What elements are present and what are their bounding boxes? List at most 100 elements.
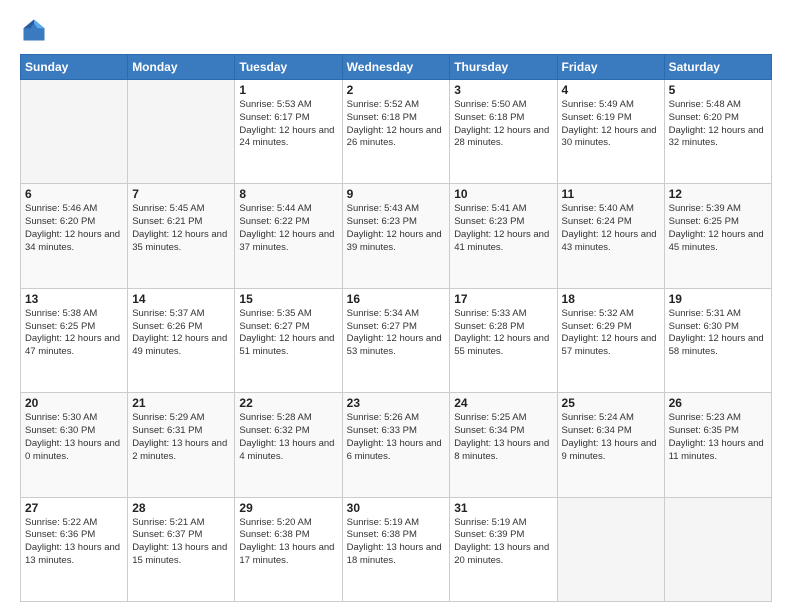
week-row-1: 1Sunrise: 5:53 AM Sunset: 6:17 PM Daylig… [21,80,772,184]
day-cell: 22Sunrise: 5:28 AM Sunset: 6:32 PM Dayli… [235,393,342,497]
day-number: 3 [454,83,552,97]
day-number: 14 [132,292,230,306]
day-cell [21,80,128,184]
day-cell: 5Sunrise: 5:48 AM Sunset: 6:20 PM Daylig… [664,80,771,184]
day-info: Sunrise: 5:40 AM Sunset: 6:24 PM Dayligh… [562,203,660,254]
day-cell: 1Sunrise: 5:53 AM Sunset: 6:17 PM Daylig… [235,80,342,184]
day-cell: 29 Sunrise: 5:20 AM Sunset: 6:38 PM Dayli… [235,497,342,601]
day-cell: 10Sunrise: 5:41 AM Sunset: 6:23 PM Dayli… [450,184,557,288]
day-number: 21 [132,396,230,410]
logo-icon [20,16,48,44]
day-info: Sunrise: 5:19 AM Sunset: 6:38 PM Dayligh… [347,517,446,568]
header [20,16,772,44]
day-info: Sunrise: 5:43 AM Sunset: 6:23 PM Dayligh… [347,203,446,254]
day-cell: 26Sunrise: 5:23 AM Sunset: 6:35 PM Dayli… [664,393,771,497]
day-cell: 12 Sunrise: 5:39 AM Sunset: 6:25 PM Dayli… [664,184,771,288]
day-info: Sunrise: 5:25 AM Sunset: 6:34 PM Dayligh… [454,412,552,463]
day-info: Sunrise: 5:24 AM Sunset: 6:34 PM Dayligh… [562,412,660,463]
day-number: 12 [669,187,767,201]
day-info: Sunrise: 5:39 AM Sunset: 6:25 PM Dayligh… [669,203,767,254]
day-info: Sunrise: 5:20 AM Sunset: 6:38 PM Dayligh… [239,517,337,568]
day-info: Sunrise: 5:31 AM Sunset: 6:30 PM Dayligh… [669,308,767,359]
logo [20,16,52,44]
weekday-header-friday: Friday [557,55,664,80]
day-number: 2 [347,83,446,97]
day-info: Sunrise: 5:38 AM Sunset: 6:25 PM Dayligh… [25,308,123,359]
day-number: 28 [132,501,230,515]
day-info: Sunrise: 5:50 AM Sunset: 6:18 PM Dayligh… [454,99,552,150]
weekday-header-thursday: Thursday [450,55,557,80]
day-info: Sunrise: 5:30 AM Sunset: 6:30 PM Dayligh… [25,412,123,463]
day-number: 11 [562,187,660,201]
day-cell: 25Sunrise: 5:24 AM Sunset: 6:34 PM Dayli… [557,393,664,497]
day-cell: 30 Sunrise: 5:19 AM Sunset: 6:38 PM Dayli… [342,497,450,601]
day-cell: 20 Sunrise: 5:30 AM Sunset: 6:30 PM Dayli… [21,393,128,497]
day-number: 26 [669,396,767,410]
day-number: 17 [454,292,552,306]
day-cell: 27 Sunrise: 5:22 AM Sunset: 6:36 PM Dayli… [21,497,128,601]
day-info: Sunrise: 5:22 AM Sunset: 6:36 PM Dayligh… [25,517,123,568]
day-number: 7 [132,187,230,201]
day-number: 18 [562,292,660,306]
day-cell [557,497,664,601]
day-cell [664,497,771,601]
day-number: 5 [669,83,767,97]
weekday-header-monday: Monday [128,55,235,80]
calendar: SundayMondayTuesdayWednesdayThursdayFrid… [20,54,772,602]
week-row-2: 6 Sunrise: 5:46 AM Sunset: 6:20 PM Daylig… [21,184,772,288]
day-number: 9 [347,187,446,201]
day-number: 27 [25,501,123,515]
day-info: Sunrise: 5:46 AM Sunset: 6:20 PM Dayligh… [25,203,123,254]
day-number: 6 [25,187,123,201]
weekday-header-sunday: Sunday [21,55,128,80]
day-cell: 24 Sunrise: 5:25 AM Sunset: 6:34 PM Dayli… [450,393,557,497]
day-number: 10 [454,187,552,201]
day-cell: 21 Sunrise: 5:29 AM Sunset: 6:31 PM Dayli… [128,393,235,497]
week-row-4: 20 Sunrise: 5:30 AM Sunset: 6:30 PM Dayli… [21,393,772,497]
weekday-header-row: SundayMondayTuesdayWednesdayThursdayFrid… [21,55,772,80]
day-cell: 2 Sunrise: 5:52 AM Sunset: 6:18 PM Daylig… [342,80,450,184]
day-info: Sunrise: 5:34 AM Sunset: 6:27 PM Dayligh… [347,308,446,359]
day-info: Sunrise: 5:19 AM Sunset: 6:39 PM Dayligh… [454,517,552,568]
day-cell: 28 Sunrise: 5:21 AM Sunset: 6:37 PM Dayli… [128,497,235,601]
day-info: Sunrise: 5:35 AM Sunset: 6:27 PM Dayligh… [239,308,337,359]
day-info: Sunrise: 5:33 AM Sunset: 6:28 PM Dayligh… [454,308,552,359]
day-number: 31 [454,501,552,515]
day-number: 4 [562,83,660,97]
day-cell: 19 Sunrise: 5:31 AM Sunset: 6:30 PM Dayli… [664,288,771,392]
day-number: 24 [454,396,552,410]
day-number: 19 [669,292,767,306]
day-info: Sunrise: 5:49 AM Sunset: 6:19 PM Dayligh… [562,99,660,150]
day-number: 16 [347,292,446,306]
day-cell: 8Sunrise: 5:44 AM Sunset: 6:22 PM Daylig… [235,184,342,288]
day-cell: 6 Sunrise: 5:46 AM Sunset: 6:20 PM Daylig… [21,184,128,288]
day-cell: 17 Sunrise: 5:33 AM Sunset: 6:28 PM Dayli… [450,288,557,392]
day-info: Sunrise: 5:26 AM Sunset: 6:33 PM Dayligh… [347,412,446,463]
day-cell: 3 Sunrise: 5:50 AM Sunset: 6:18 PM Daylig… [450,80,557,184]
day-cell: 4 Sunrise: 5:49 AM Sunset: 6:19 PM Daylig… [557,80,664,184]
day-cell: 15Sunrise: 5:35 AM Sunset: 6:27 PM Dayli… [235,288,342,392]
day-info: Sunrise: 5:21 AM Sunset: 6:37 PM Dayligh… [132,517,230,568]
day-number: 29 [239,501,337,515]
day-info: Sunrise: 5:29 AM Sunset: 6:31 PM Dayligh… [132,412,230,463]
day-cell: 14 Sunrise: 5:37 AM Sunset: 6:26 PM Dayli… [128,288,235,392]
weekday-header-tuesday: Tuesday [235,55,342,80]
day-cell: 7 Sunrise: 5:45 AM Sunset: 6:21 PM Daylig… [128,184,235,288]
day-info: Sunrise: 5:52 AM Sunset: 6:18 PM Dayligh… [347,99,446,150]
day-cell: 13 Sunrise: 5:38 AM Sunset: 6:25 PM Dayli… [21,288,128,392]
day-number: 8 [239,187,337,201]
day-number: 13 [25,292,123,306]
day-cell: 31 Sunrise: 5:19 AM Sunset: 6:39 PM Dayli… [450,497,557,601]
day-number: 20 [25,396,123,410]
day-cell: 18Sunrise: 5:32 AM Sunset: 6:29 PM Dayli… [557,288,664,392]
day-cell: 11 Sunrise: 5:40 AM Sunset: 6:24 PM Dayli… [557,184,664,288]
day-cell: 23Sunrise: 5:26 AM Sunset: 6:33 PM Dayli… [342,393,450,497]
week-row-5: 27 Sunrise: 5:22 AM Sunset: 6:36 PM Dayli… [21,497,772,601]
weekday-header-wednesday: Wednesday [342,55,450,80]
weekday-header-saturday: Saturday [664,55,771,80]
day-info: Sunrise: 5:53 AM Sunset: 6:17 PM Dayligh… [239,99,337,150]
day-number: 30 [347,501,446,515]
day-info: Sunrise: 5:45 AM Sunset: 6:21 PM Dayligh… [132,203,230,254]
day-info: Sunrise: 5:28 AM Sunset: 6:32 PM Dayligh… [239,412,337,463]
day-info: Sunrise: 5:37 AM Sunset: 6:26 PM Dayligh… [132,308,230,359]
